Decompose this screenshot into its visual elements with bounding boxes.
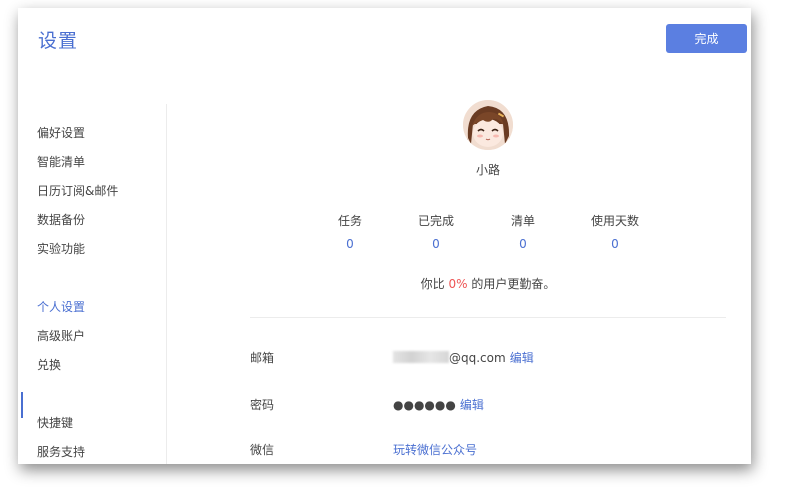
sidebar-item-shortcuts[interactable]: 快捷键	[37, 414, 73, 432]
compare-percent: 0%	[448, 277, 468, 291]
username: 小路	[475, 163, 500, 177]
sidebar-item-personal[interactable]: 个人设置	[37, 298, 85, 316]
password-row: ●●●●●● 编辑	[393, 396, 484, 413]
email-edit-link[interactable]: 编辑	[510, 351, 534, 365]
divider	[250, 317, 726, 318]
sidebar-item-backup[interactable]: 数据备份	[37, 211, 85, 229]
password-value: ●●●●●●	[393, 398, 456, 412]
sidebar-item-calendar-email[interactable]: 日历订阅&邮件	[37, 182, 118, 200]
sidebar-item-support[interactable]: 服务支持	[37, 443, 85, 461]
page-title: 设置	[38, 30, 79, 52]
sidebar-item-redeem[interactable]: 兑换	[37, 356, 61, 374]
stat-completed: 已完成 0	[396, 212, 476, 253]
compare-suffix: 的用户更勤奋。	[471, 277, 556, 291]
stat-value: 0	[346, 237, 354, 251]
sidebar-item-smart-lists[interactable]: 智能清单	[37, 153, 85, 171]
stat-label: 任务	[337, 214, 362, 228]
stat-lists: 清单 0	[483, 212, 563, 253]
stat-days: 使用天数 0	[575, 212, 655, 253]
stat-value: 0	[519, 237, 527, 251]
stat-value: 0	[611, 237, 619, 251]
stat-label: 清单	[510, 214, 535, 228]
stat-value: 0	[432, 237, 440, 251]
stat-tasks: 任务 0	[310, 212, 390, 253]
anime-girl-avatar-icon	[463, 100, 513, 150]
diligence-compare: 你比 0% 的用户更勤奋。	[338, 275, 638, 292]
avatar[interactable]	[463, 100, 513, 150]
wechat-label: 微信	[250, 443, 275, 457]
email-value: @qq.com	[449, 351, 506, 365]
sidebar-item-labs[interactable]: 实验功能	[37, 240, 85, 258]
stat-label: 使用天数	[590, 214, 639, 228]
sidebar-item-preferences[interactable]: 偏好设置	[37, 124, 85, 142]
wechat-link[interactable]: 玩转微信公众号	[393, 443, 477, 457]
wechat-row: 玩转微信公众号	[393, 441, 477, 458]
settings-sidebar: 偏好设置 智能清单 日历订阅&邮件 数据备份 实验功能 个人设置 高级账户 兑换…	[18, 104, 167, 464]
email-redacted	[393, 351, 449, 363]
active-indicator	[21, 392, 23, 418]
done-button[interactable]: 完成	[666, 24, 747, 53]
sidebar-item-premium[interactable]: 高级账户	[37, 327, 85, 345]
password-edit-link[interactable]: 编辑	[460, 398, 484, 412]
email-label: 邮箱	[250, 351, 275, 365]
compare-prefix: 你比	[420, 277, 445, 291]
stat-label: 已完成	[417, 214, 454, 228]
email-row: @qq.com 编辑	[393, 349, 534, 366]
password-label: 密码	[250, 398, 275, 412]
settings-window: 设置 完成 偏好设置 智能清单 日历订阅&邮件 数据备份 实验功能 个人设置 高…	[18, 8, 751, 464]
